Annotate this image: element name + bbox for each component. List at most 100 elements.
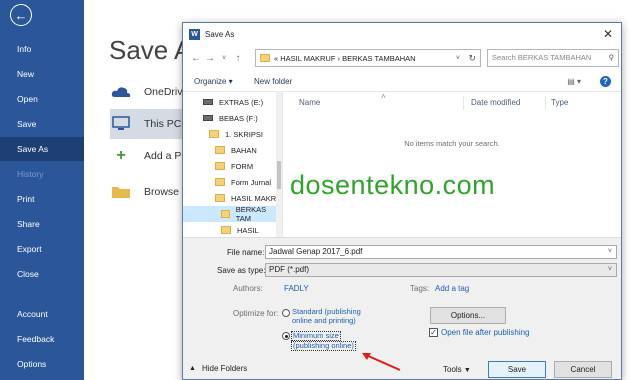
tree-item-label: BEBAS (F:) — [219, 113, 258, 123]
column-separator — [545, 96, 546, 110]
radio-minimum-label[interactable]: Minimum size — [291, 331, 341, 341]
dialog-toolbar: Organize ▾ New folder ▤ ▾ ? — [183, 71, 621, 91]
backstage-item-open[interactable]: Open — [0, 87, 84, 111]
save-as-dialog: W Save As ✕ ← → ˅ ↑ « HASIL MAKRUF › BER… — [182, 22, 622, 380]
sort-up-icon: ˄ — [381, 92, 386, 101]
backstage-item-save-as[interactable]: Save As — [0, 137, 84, 161]
save-type-select[interactable]: PDF (*.pdf) ˅ — [265, 263, 617, 277]
backstage-item-feedback[interactable]: Feedback — [0, 327, 84, 351]
tree-item-label: EXTRAS (E:) — [219, 97, 264, 107]
tree-item[interactable]: BAHAN — [215, 142, 257, 158]
tags-value[interactable]: Add a tag — [435, 284, 469, 293]
folder-tree: EXTRAS (E:) BEBAS (F:) 1. SKRIPSI BAHAN … — [183, 91, 282, 237]
address-row: ← → ˅ ↑ « HASIL MAKRUF › BERKAS TAMBAHAN… — [189, 49, 619, 67]
refresh-icon[interactable]: ↻ — [468, 53, 476, 64]
backstage-item-info[interactable]: Info — [0, 37, 84, 61]
backstage-item-new[interactable]: New — [0, 62, 84, 86]
hide-folders-toggle[interactable]: ▲ Hide Folders — [189, 364, 247, 373]
file-name-value: Jadwal Genap 2017_6.pdf — [269, 247, 363, 256]
search-input[interactable]: Search BERKAS TAMBAHAN ⚲ — [487, 49, 619, 67]
location-browse[interactable]: Browse — [110, 177, 179, 207]
column-date[interactable]: Date modified — [471, 98, 520, 107]
cloud-icon — [110, 83, 132, 101]
open-after-label[interactable]: Open file after publishing — [441, 328, 530, 337]
folder-icon — [209, 130, 219, 138]
radio-standard-label[interactable]: Standard (publishing — [292, 308, 361, 316]
tree-item[interactable]: HASIL MAKRU — [215, 190, 282, 206]
help-icon[interactable]: ? — [600, 75, 611, 87]
tree-item[interactable]: 1. SKRIPSI — [209, 126, 263, 142]
radio-standard[interactable] — [282, 309, 290, 317]
chevron-down-icon: ▼ — [463, 367, 471, 374]
location-label: Browse — [144, 186, 180, 198]
tree-item[interactable]: FORM — [215, 158, 253, 174]
tools-dropdown[interactable]: Tools ▼ — [443, 365, 471, 374]
tree-item-label: BERKAS TAM — [235, 205, 267, 223]
backstage-item-export[interactable]: Export — [0, 237, 84, 261]
folder-icon — [221, 226, 231, 234]
close-icon[interactable]: ✕ — [603, 27, 613, 41]
folder-icon — [215, 178, 225, 186]
authors-value[interactable]: FADLY — [284, 284, 309, 293]
page-title: Save A — [109, 35, 192, 65]
location-label: OneDriv — [144, 86, 183, 98]
backstage-item-account[interactable]: Account — [0, 302, 84, 326]
column-name[interactable]: Name — [299, 98, 320, 107]
folder-icon — [221, 210, 230, 218]
save-button[interactable]: Save — [488, 361, 546, 378]
backstage-item-save[interactable]: Save — [0, 112, 84, 136]
back-arrow-icon[interactable]: ← — [10, 4, 32, 26]
backstage-item-share[interactable]: Share — [0, 212, 84, 236]
word-icon: W — [189, 28, 200, 40]
tree-item[interactable]: HASIL — [221, 222, 259, 237]
computer-icon — [110, 115, 132, 133]
tree-item-selected[interactable]: BERKAS TAM — [183, 205, 276, 223]
plus-icon: + — [116, 147, 126, 164]
backstage-item-options[interactable]: Options — [0, 352, 84, 376]
hide-folders-label: Hide Folders — [201, 364, 248, 373]
location-add-place[interactable]: + Add a P — [110, 141, 181, 171]
backstage-item-close[interactable]: Close — [0, 262, 84, 286]
location-label: Add a P — [144, 150, 182, 162]
options-button[interactable]: Options... — [430, 307, 506, 324]
drive-icon — [203, 115, 213, 121]
open-after-checkbox[interactable]: ✓ — [429, 328, 438, 337]
backstage-item-history: History — [17, 169, 44, 179]
organize-button[interactable]: Organize ▾ — [194, 77, 233, 86]
address-bar[interactable]: « HASIL MAKRUF › BERKAS TAMBAHAN ˅ ↻ — [255, 49, 481, 67]
tree-item-label: 1. SKRIPSI — [225, 129, 263, 139]
location-onedrive[interactable]: OneDriv — [110, 77, 183, 107]
column-type[interactable]: Type — [551, 98, 568, 107]
file-name-field[interactable]: Jadwal Genap 2017_6.pdf ˅ — [265, 245, 617, 259]
backstage-item-print[interactable]: Print — [0, 187, 84, 211]
radio-standard-label-2[interactable]: online and printing) — [292, 317, 356, 325]
chevron-down-icon[interactable]: ˅ — [456, 55, 460, 62]
up-icon[interactable]: ↑ — [231, 53, 245, 64]
empty-message: No items match your search. — [404, 139, 500, 148]
chevron-down-icon[interactable]: ˅ — [608, 246, 612, 258]
folder-icon — [215, 194, 225, 202]
drive-icon — [203, 99, 213, 105]
tree-item[interactable]: BEBAS (F:) — [203, 110, 258, 126]
folder-icon — [215, 146, 225, 154]
back-icon[interactable]: ← — [189, 53, 203, 64]
recent-dropdown-icon[interactable]: ˅ — [217, 55, 231, 62]
cancel-button[interactable]: Cancel — [554, 361, 612, 378]
scrollbar-thumb[interactable] — [277, 161, 281, 189]
save-type-value: PDF (*.pdf) — [269, 265, 310, 274]
tree-item[interactable]: Form Jurnal — [215, 174, 271, 190]
dialog-titlebar: W Save As ✕ — [183, 23, 621, 45]
tree-item[interactable]: EXTRAS (E:) — [203, 94, 263, 110]
watermark: dosentekno.com — [290, 170, 496, 200]
radio-minimum[interactable] — [282, 332, 290, 340]
radio-minimum-label-2[interactable]: (publishing online) — [291, 341, 356, 351]
backstage-sidebar: ← Info New Open Save Save As History Pri… — [0, 0, 84, 380]
chevron-down-icon[interactable]: ˅ — [608, 264, 612, 276]
tree-item-label: HASIL MAKRU — [231, 193, 282, 203]
save-type-label: Save as type: — [217, 266, 266, 275]
new-folder-button[interactable]: New folder — [254, 77, 292, 86]
tags-label: Tags: — [410, 284, 430, 293]
forward-icon[interactable]: → — [203, 53, 217, 64]
tree-item-label: Form Jurnal — [231, 177, 272, 187]
view-options-icon[interactable]: ▤ ▾ — [567, 77, 581, 86]
